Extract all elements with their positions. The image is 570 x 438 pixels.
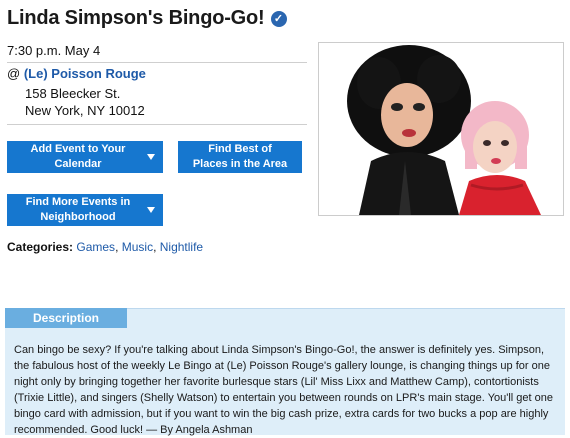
event-time: 7:30 p.m. May 4 <box>7 43 101 58</box>
event-header: Linda Simpson's Bingo-Go! ✓ <box>7 7 287 30</box>
category-link-music[interactable]: Music <box>122 240 153 254</box>
address-line-1: 158 Bleecker St. <box>25 86 121 101</box>
categories-label: Categories: <box>7 240 74 254</box>
find-more-events-label: Find More Events in Neighborhood <box>25 196 131 223</box>
event-title: Linda Simpson's Bingo-Go! <box>7 7 265 29</box>
chevron-down-icon <box>147 154 155 160</box>
divider <box>7 62 307 63</box>
divider <box>7 124 307 125</box>
chevron-down-icon <box>147 207 155 213</box>
address-line-2: New York, NY 10012 <box>25 103 145 118</box>
tab-description[interactable]: Description <box>5 308 127 328</box>
event-photo-illustration <box>319 43 563 215</box>
add-to-calendar-label: Add Event to Your Calendar <box>30 143 126 170</box>
venue-prefix: @ <box>7 66 21 81</box>
venue-row: @ (Le) Poisson Rouge <box>7 66 146 81</box>
categories-row: Categories: Games, Music, Nightlife <box>7 240 204 254</box>
category-link-games[interactable]: Games <box>76 240 115 254</box>
find-more-events-button[interactable]: Find More Events in Neighborhood <box>7 194 163 226</box>
add-to-calendar-button[interactable]: Add Event to Your Calendar <box>7 141 163 173</box>
event-photo <box>318 42 564 216</box>
check-badge-icon: ✓ <box>270 10 287 27</box>
category-link-nightlife[interactable]: Nightlife <box>160 240 203 254</box>
description-text: Can bingo be sexy? If you're talking abo… <box>14 344 554 436</box>
find-best-places-label: Find Best of Places in the Area <box>192 143 288 170</box>
venue-link[interactable]: (Le) Poisson Rouge <box>24 66 146 81</box>
find-best-places-button[interactable]: Find Best of Places in the Area <box>178 141 302 173</box>
